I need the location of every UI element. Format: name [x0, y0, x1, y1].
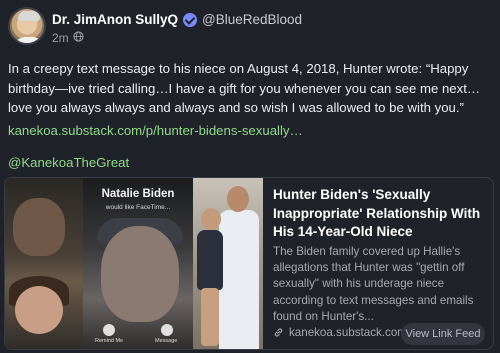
- facetime-caller-sub: would like FaceTime...: [105, 204, 171, 211]
- photo-face: [227, 186, 249, 212]
- avatar-shirt: [12, 37, 44, 43]
- post-mention[interactable]: @KanekoaTheGreat: [8, 155, 129, 170]
- post-time[interactable]: 2m: [52, 31, 69, 45]
- facetime-remind-icon: [103, 324, 115, 336]
- card-footer: kanekoa.substack.com: [273, 326, 407, 339]
- thumbnail-facetime-screenshot: Natalie Biden would like FaceTime... Rem…: [83, 178, 193, 349]
- avatar-hair: [18, 11, 40, 21]
- photo-face: [201, 208, 221, 230]
- photo-body: [219, 210, 259, 349]
- thumbnail-photo-right: [193, 178, 263, 349]
- facetime-caller-name: Natalie Biden: [101, 188, 175, 200]
- post-body: In a creepy text message to his niece on…: [8, 61, 481, 115]
- card-title[interactable]: Hunter Biden's 'Sexually Inappropriate' …: [273, 186, 487, 242]
- photo-face: [15, 286, 63, 334]
- verified-badge-icon: [183, 12, 198, 27]
- author-handle[interactable]: @BlueRedBlood: [202, 12, 302, 27]
- link-preview-card[interactable]: Natalie Biden would like FaceTime... Rem…: [4, 177, 494, 350]
- facetime-message-label: Message: [155, 338, 178, 344]
- photo-body: [197, 230, 223, 290]
- author-name[interactable]: Dr. JimAnon SullyQ: [52, 12, 178, 27]
- post-link[interactable]: kanekoa.substack.com/p/hunter-bidens-sex…: [8, 123, 303, 138]
- card-description: The Biden family covered up Hallie's all…: [273, 245, 474, 323]
- globe-icon: [73, 31, 84, 45]
- thumbnail-photo-left: [5, 178, 83, 349]
- author-avatar[interactable]: [8, 7, 46, 45]
- photo-face: [13, 198, 65, 256]
- facetime-remind-label: Remind Me: [95, 338, 124, 344]
- post-meta: 2m: [52, 31, 84, 45]
- photo-legs: [201, 288, 219, 346]
- post-author: Dr. JimAnon SullyQ @BlueRedBlood: [52, 12, 302, 27]
- card-domain[interactable]: kanekoa.substack.com: [289, 326, 407, 339]
- photo-face: [101, 226, 179, 322]
- facetime-message-icon: [161, 324, 173, 336]
- card-thumbnail[interactable]: Natalie Biden would like FaceTime... Rem…: [5, 178, 263, 349]
- link-icon: [273, 327, 284, 338]
- view-link-feed-button[interactable]: View Link Feed: [401, 323, 485, 345]
